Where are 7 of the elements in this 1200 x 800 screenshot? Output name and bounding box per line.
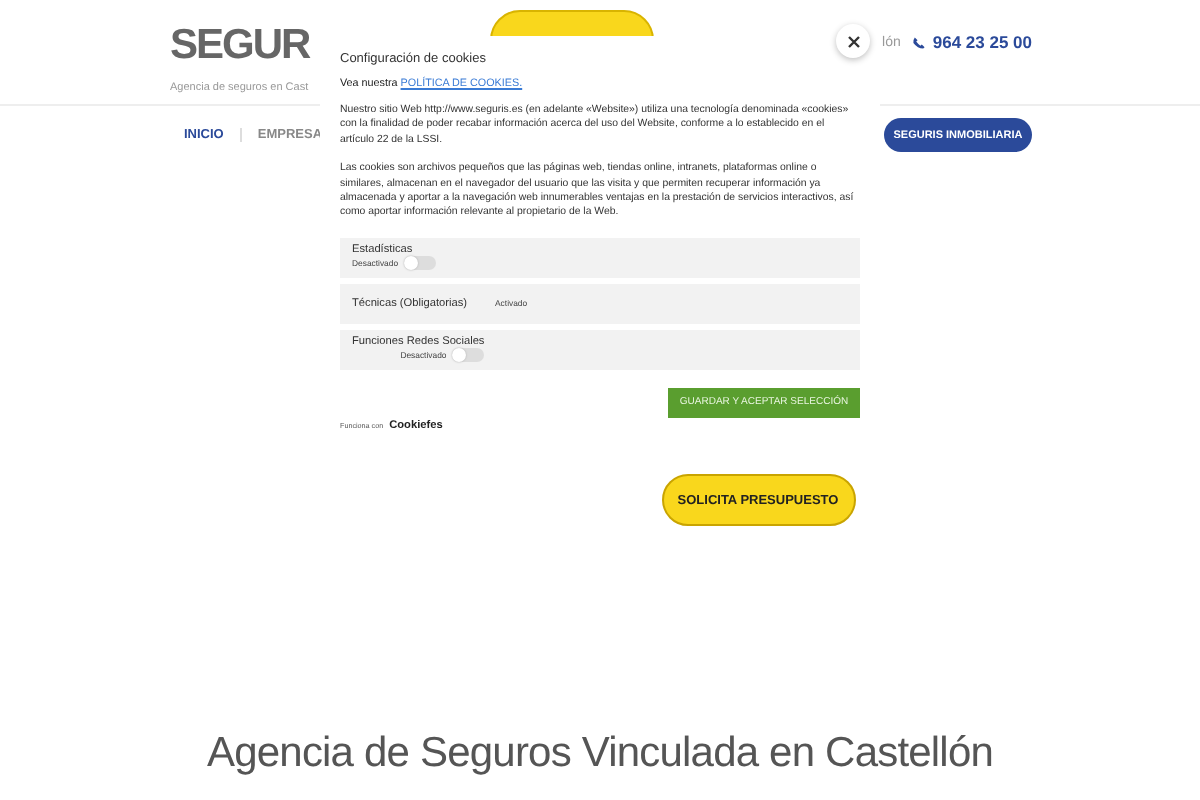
- toggle-switch[interactable]: [452, 348, 485, 363]
- page-heading: Agencia de Seguros Vinculada en Castellón: [207, 730, 993, 778]
- close-button[interactable]: [836, 24, 870, 58]
- toggle-switch[interactable]: [404, 256, 437, 271]
- phone-number[interactable]: 964 23 25 00: [932, 32, 1032, 52]
- phone-icon: [912, 35, 927, 49]
- close-icon: [847, 35, 859, 47]
